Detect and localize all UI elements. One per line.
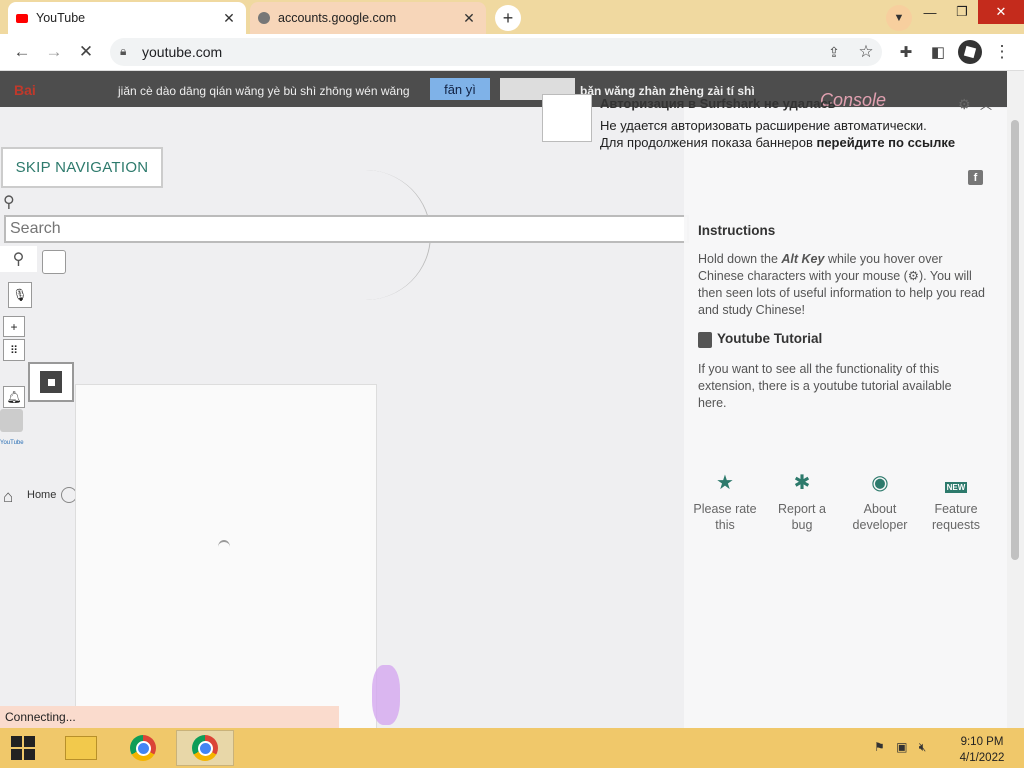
clock-date: 4/1/2022 [959, 752, 1005, 764]
tab-youtube[interactable]: YouTube ✕ [8, 2, 246, 34]
search-icon: ⚲ [3, 194, 15, 211]
video-plus-icon: + [10, 319, 18, 334]
new-tab-button[interactable]: + [495, 5, 521, 31]
close-tab-icon[interactable]: ✕ [460, 10, 478, 27]
forward-arrow-icon[interactable]: → [42, 40, 66, 64]
bug-icon: ✱ [793, 472, 811, 494]
back-arrow-icon[interactable]: ← [10, 40, 34, 64]
rate-this-button[interactable]: ★ Please rate this [690, 472, 760, 533]
close-tab-icon[interactable]: ✕ [220, 10, 238, 27]
windows-logo-icon [11, 736, 35, 760]
home-link[interactable]: Home [27, 489, 56, 501]
extensions-puzzle-icon[interactable]: ✚ [894, 40, 918, 64]
tab-search-chevron-icon[interactable]: ▼ [886, 5, 912, 31]
search-input[interactable] [4, 215, 689, 243]
chevron-up-icon[interactable]: ︿ [980, 96, 992, 113]
translate-button[interactable]: fān yì [430, 78, 490, 100]
menu-kebab-icon[interactable]: ⋮ [990, 40, 1014, 64]
chrome-taskbar-button[interactable] [120, 730, 166, 766]
report-bug-button[interactable]: ✱ Report a bug [767, 472, 837, 533]
clock-time: 9:10 PM [960, 736, 1004, 748]
account-placeholder-button[interactable] [0, 409, 23, 432]
create-video-button[interactable]: + [3, 316, 25, 337]
grid-icon: ⠿ [9, 344, 19, 357]
instructions-heading: Instructions [698, 223, 776, 238]
folder-icon [65, 736, 97, 760]
skip-navigation-button[interactable]: SKIP NAVIGATION [1, 147, 163, 188]
start-button[interactable] [0, 730, 46, 766]
scrollbar-thumb[interactable] [1011, 120, 1019, 560]
feature-requests-button[interactable]: NEW Feature requests [921, 475, 991, 533]
star-icon: ★ [716, 472, 734, 494]
gear-icon[interactable]: ⚙ [958, 96, 971, 113]
microphone-icon: 🎙︎ [12, 288, 28, 302]
profile-avatar-icon[interactable] [958, 40, 982, 64]
roblox-logo-icon [40, 371, 62, 393]
notifications-button[interactable]: 🔔︎ [3, 386, 25, 408]
network-icon[interactable]: ▣ [896, 740, 907, 754]
purple-blob-decoration [372, 665, 400, 725]
panda-icon: ◉ [871, 472, 889, 494]
microphone-button[interactable]: 🎙︎ [8, 282, 32, 308]
pinyin-text: jiǎn cè dào dāng qián wǎng yè bù shì zhō… [118, 84, 410, 98]
bookmark-star-icon[interactable]: ☆ [854, 40, 878, 64]
youtube-tutorial-text[interactable]: If you want to see all the functionality… [698, 361, 973, 412]
facebook-icon[interactable]: f [968, 170, 983, 185]
window-close-button[interactable]: ✕ [978, 0, 1024, 24]
volume-muted-icon[interactable]: 🔇︎ [919, 740, 927, 754]
roblox-extension-button[interactable] [28, 362, 74, 402]
broken-image-icon [542, 94, 592, 142]
minimize-button[interactable]: — [915, 0, 945, 24]
chrome-icon [192, 735, 218, 761]
lock-icon[interactable]: 🔒︎ [120, 44, 126, 59]
tab-title: YouTube [36, 11, 86, 25]
chrome-profile-taskbar-button[interactable] [176, 730, 234, 766]
notice-link[interactable]: перейдите по ссылке [816, 135, 955, 150]
tab-accounts-google[interactable]: accounts.google.com ✕ [250, 2, 486, 34]
restore-button[interactable]: ❐ [947, 0, 977, 24]
loading-panel [75, 384, 377, 730]
notice-text: Не удается авторизовать расширение автом… [600, 118, 927, 133]
clock[interactable]: 9:10 PM 4/1/2022 [950, 734, 1014, 766]
search-button[interactable]: ⚲ [0, 246, 37, 272]
youtube-tutorial-heading: Youtube Tutorial [717, 331, 823, 346]
loading-spinner [218, 540, 230, 554]
checkbox[interactable] [42, 250, 66, 274]
home-icon[interactable]: ⌂ [3, 487, 13, 507]
tab-title: accounts.google.com [278, 11, 397, 25]
globe-favicon-icon [258, 12, 270, 24]
youtube-favicon-icon [16, 13, 28, 23]
youtube-mini-logo[interactable]: YouTube [0, 440, 24, 446]
chrome-icon [130, 735, 156, 761]
chinese-extension-panel [684, 108, 1007, 728]
share-icon[interactable]: ⇪ [822, 40, 846, 64]
file-explorer-button[interactable] [58, 730, 104, 766]
address-bar[interactable] [110, 38, 882, 66]
new-icon: NEW [944, 482, 968, 493]
bell-icon: 🔔︎ [6, 390, 22, 404]
system-tray[interactable]: ⚑ ▣ 🔇︎ [874, 740, 926, 755]
flag-icon[interactable]: ⚑ [874, 740, 885, 754]
notice-text-2: Для продолжения показа баннеров перейдит… [600, 135, 956, 150]
side-panel-icon[interactable]: ◧ [926, 40, 950, 64]
about-developer-button[interactable]: ◉ About developer [845, 472, 915, 533]
search-icon: ⚲ [12, 251, 25, 268]
youtube-tutorial-icon [698, 332, 712, 348]
url-text[interactable]: youtube.com [142, 44, 222, 60]
instructions-text: Hold down the Alt Key while you hover ov… [698, 252, 985, 317]
baidu-logo[interactable]: Bai [14, 82, 36, 98]
apps-grid-button[interactable]: ⠿ [3, 339, 25, 361]
status-bubble: Connecting... [0, 706, 339, 728]
notice-title: Авторизация в Surfshark не удалась [600, 96, 836, 111]
stop-loading-icon[interactable]: ✕ [74, 40, 98, 64]
